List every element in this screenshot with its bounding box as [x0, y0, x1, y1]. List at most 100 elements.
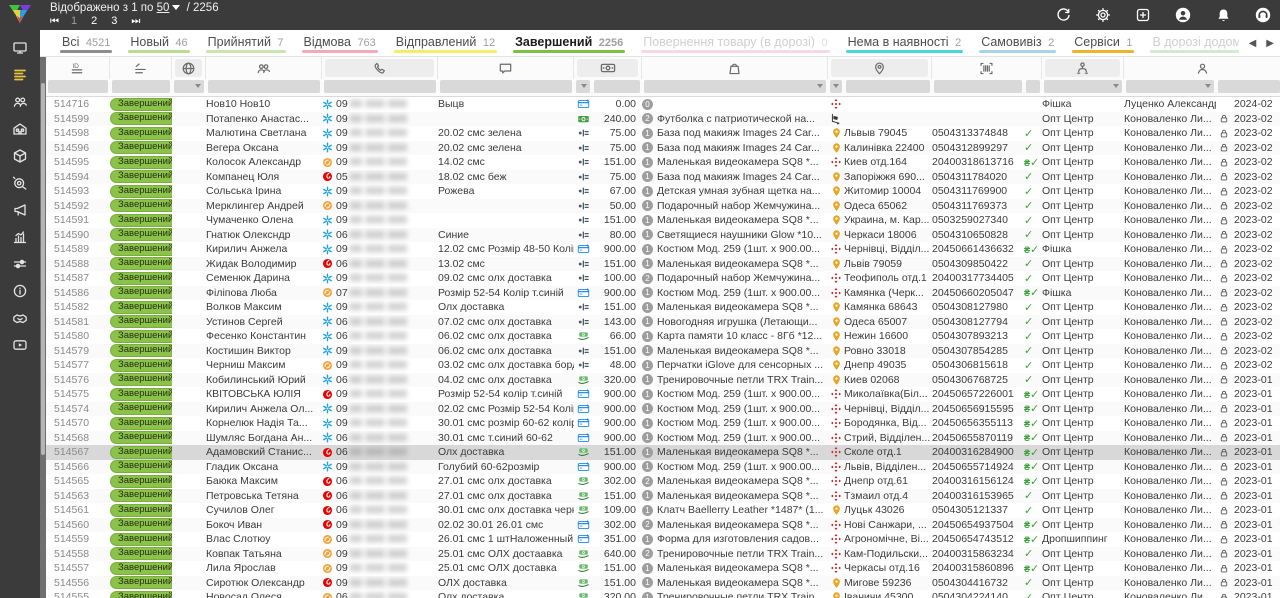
scrollbar-thumb[interactable]	[41, 83, 45, 455]
sidebar-video-icon[interactable]	[7, 335, 33, 355]
column-filter-input-2[interactable]	[112, 80, 170, 93]
sidebar-stats-icon[interactable]	[7, 227, 33, 247]
column-filter-input-14[interactable]	[1044, 80, 1122, 93]
order-row-514592[interactable]: 514592ЗавершенийМерклингер Андрей0988 88…	[46, 199, 1280, 214]
order-row-514596[interactable]: 514596ЗавершенийВегера Оксана0988 888 88…	[46, 141, 1280, 156]
order-row-514555[interactable]: 514555ЗавершенийНовосад Олеся0688 888 88…	[46, 590, 1280, 598]
order-row-514556[interactable]: 514556ЗавершенийСиротюк Олександр0988 88…	[46, 576, 1280, 591]
tab-2[interactable]: Новый 46	[120, 30, 197, 56]
column-header-globe-icon[interactable]	[172, 57, 206, 79]
column-filter-input-7[interactable]	[576, 80, 590, 93]
column-header-comment-icon[interactable]	[438, 57, 574, 79]
order-row-514716[interactable]: 514716ЗавершенийНов10 Нов100988 888 888В…	[46, 97, 1280, 112]
order-row-514593[interactable]: 514593ЗавершенийСольська Ірина0988 888 8…	[46, 184, 1280, 199]
refresh-icon[interactable]	[1054, 6, 1072, 24]
add-box-icon[interactable]	[1134, 6, 1152, 24]
tab-9[interactable]: Самовивіз 2	[971, 30, 1064, 56]
column-header-customers-icon[interactable]	[206, 57, 322, 79]
table-vertical-scrollbar[interactable]	[40, 57, 46, 598]
page-3[interactable]: 3	[111, 15, 117, 27]
sidebar-package-icon[interactable]	[7, 146, 33, 166]
order-row-514595[interactable]: 514595ЗавершенийКолосок Александр0988 88…	[46, 155, 1280, 170]
tab-1[interactable]: Всі 4521	[52, 30, 120, 56]
sidebar-monitor-icon[interactable]	[7, 38, 33, 58]
order-row-514594[interactable]: 514594ЗавершенийКомпанец Юля0588 888 888…	[46, 170, 1280, 185]
column-filter-input-3[interactable]	[174, 80, 204, 93]
column-header-id-col-icon[interactable]: ID	[46, 57, 110, 79]
column-filter-input-4[interactable]	[208, 80, 320, 93]
column-filter-input-15[interactable]	[1126, 80, 1214, 93]
column-filter-input-8[interactable]	[594, 80, 640, 93]
order-row-514570[interactable]: 514570ЗавершенийКорнелюк Надія Та...0988…	[46, 416, 1280, 431]
avatar-icon[interactable]	[1174, 6, 1192, 24]
column-filter-input-16[interactable]	[1218, 80, 1280, 93]
column-header-money-icon[interactable]	[574, 57, 642, 79]
order-row-514580[interactable]: 514580ЗавершенийФесенко Константин0688 8…	[46, 329, 1280, 344]
order-row-514579[interactable]: 514579ЗавершенийКостишин Виктор0988 888 …	[46, 344, 1280, 359]
app-logo-icon[interactable]	[0, 0, 40, 30]
order-row-514567[interactable]: 514567ЗавершенийАдамовский Станис...0688…	[46, 445, 1280, 460]
order-row-514588[interactable]: 514588ЗавершенийЖидак Володимир0688 888 …	[46, 257, 1280, 272]
order-row-514563[interactable]: 514563ЗавершенийПетровська Тетяна0688 88…	[46, 489, 1280, 504]
tab-10[interactable]: Сервіси 1	[1064, 30, 1142, 56]
order-row-514590[interactable]: 514590ЗавершенийГнатюк Олексндр0688 888 …	[46, 228, 1280, 243]
order-row-514589[interactable]: 514589ЗавершенийКирилич Анжела0988 888 8…	[46, 242, 1280, 257]
per-page-select[interactable]: 50	[157, 2, 170, 14]
column-header-person-icon[interactable]	[1124, 57, 1280, 79]
order-row-514586[interactable]: 514586ЗавершенийФіліпова Люба0788 888 88…	[46, 286, 1280, 301]
order-row-514591[interactable]: 514591ЗавершенийЧумаченко Олена0988 888 …	[46, 213, 1280, 228]
per-page-caret-icon[interactable]	[172, 5, 180, 10]
filter-dropdown-icon[interactable]	[817, 84, 823, 88]
column-filter-input-12[interactable]	[934, 80, 1022, 93]
sidebar-info-icon[interactable]	[7, 281, 33, 301]
column-filter-input-6[interactable]	[440, 80, 572, 93]
order-row-514557[interactable]: 514557ЗавершенийЛила Ярослав0988 888 888…	[46, 561, 1280, 576]
tab-5[interactable]: Відправлений 12	[386, 30, 505, 56]
column-filter-input-11[interactable]	[846, 80, 930, 93]
order-row-514566[interactable]: 514566ЗавершенийГладик Оксана0988 888 88…	[46, 460, 1280, 475]
sidebar-warehouse-icon[interactable]	[7, 119, 33, 139]
bell-icon[interactable]	[1214, 6, 1232, 24]
tab-8[interactable]: Нема в наявності 2	[838, 30, 972, 56]
column-filter-input-10[interactable]	[830, 80, 842, 93]
order-row-514576[interactable]: 514576ЗавершенийКобилинський Юрий0688 88…	[46, 373, 1280, 388]
column-header-barcode-icon[interactable]	[932, 57, 1042, 79]
tab-7[interactable]: Повернення товару (в дорозі) 0	[633, 30, 837, 56]
sidebar-megaphone-icon[interactable]	[7, 200, 33, 220]
first-page-icon[interactable]: ⏮	[50, 16, 57, 27]
order-row-514587[interactable]: 514587ЗавершенийСеменюк Дарина0988 888 8…	[46, 271, 1280, 286]
sidebar-cart-icon[interactable]	[7, 173, 33, 193]
column-filter-input-5[interactable]	[324, 80, 436, 93]
sidebar-handshake-icon[interactable]	[7, 308, 33, 328]
sidebar-users-icon[interactable]	[7, 92, 33, 112]
order-row-514574[interactable]: 514574ЗавершенийКирилич Анжела Ол...0988…	[46, 402, 1280, 417]
order-row-514560[interactable]: 514560ЗавершенийБокоч Иван0988 888 88802…	[46, 518, 1280, 533]
order-row-514575[interactable]: 514575ЗавершенийКВІТОВСЬКА ЮЛІЯ0988 888 …	[46, 387, 1280, 402]
column-header-bag-icon[interactable]	[642, 57, 828, 79]
filter-dropdown-icon[interactable]	[581, 84, 587, 88]
sidebar-sliders-icon[interactable]	[7, 254, 33, 274]
column-header-pin-icon[interactable]	[828, 57, 932, 79]
filter-dropdown-icon[interactable]	[195, 84, 201, 88]
order-row-514598[interactable]: 514598ЗавершенийМалютина Светлана0988 88…	[46, 126, 1280, 141]
tabs-scroll-right-icon[interactable]: ▶	[1266, 38, 1274, 49]
column-filter-input-1[interactable]	[48, 80, 108, 93]
order-row-514581[interactable]: 514581ЗавершенийУстинов Сергей0688 888 8…	[46, 315, 1280, 330]
column-header-status-col-icon[interactable]	[110, 57, 172, 79]
order-row-514568[interactable]: 514568ЗавершенийШумляс Богдана Ан...0688…	[46, 431, 1280, 446]
gear-icon[interactable]	[1094, 6, 1112, 24]
column-header-phone-icon[interactable]	[322, 57, 438, 79]
page-1[interactable]: 1	[71, 15, 77, 27]
order-row-514582[interactable]: 514582ЗавершенийВолков Максим0988 888 88…	[46, 300, 1280, 315]
filter-dropdown-icon[interactable]	[1205, 84, 1211, 88]
page-2[interactable]: 2	[91, 15, 97, 27]
support-icon[interactable]	[1254, 6, 1272, 24]
order-row-514565[interactable]: 514565ЗавершенийБаюка Максим0688 888 888…	[46, 474, 1280, 489]
last-page-icon[interactable]: ⏭	[131, 16, 138, 27]
tabs-scroll-left-icon[interactable]: ◀	[1249, 38, 1257, 49]
tab-3[interactable]: Прийнятий 7	[198, 30, 294, 56]
column-header-hierarchy-icon[interactable]	[1042, 57, 1124, 79]
order-row-514599[interactable]: 514599ЗавершенийПотапенко Анастас...0988…	[46, 112, 1280, 127]
filter-dropdown-icon[interactable]	[1113, 84, 1119, 88]
tab-4[interactable]: Відмова 763	[294, 30, 386, 56]
